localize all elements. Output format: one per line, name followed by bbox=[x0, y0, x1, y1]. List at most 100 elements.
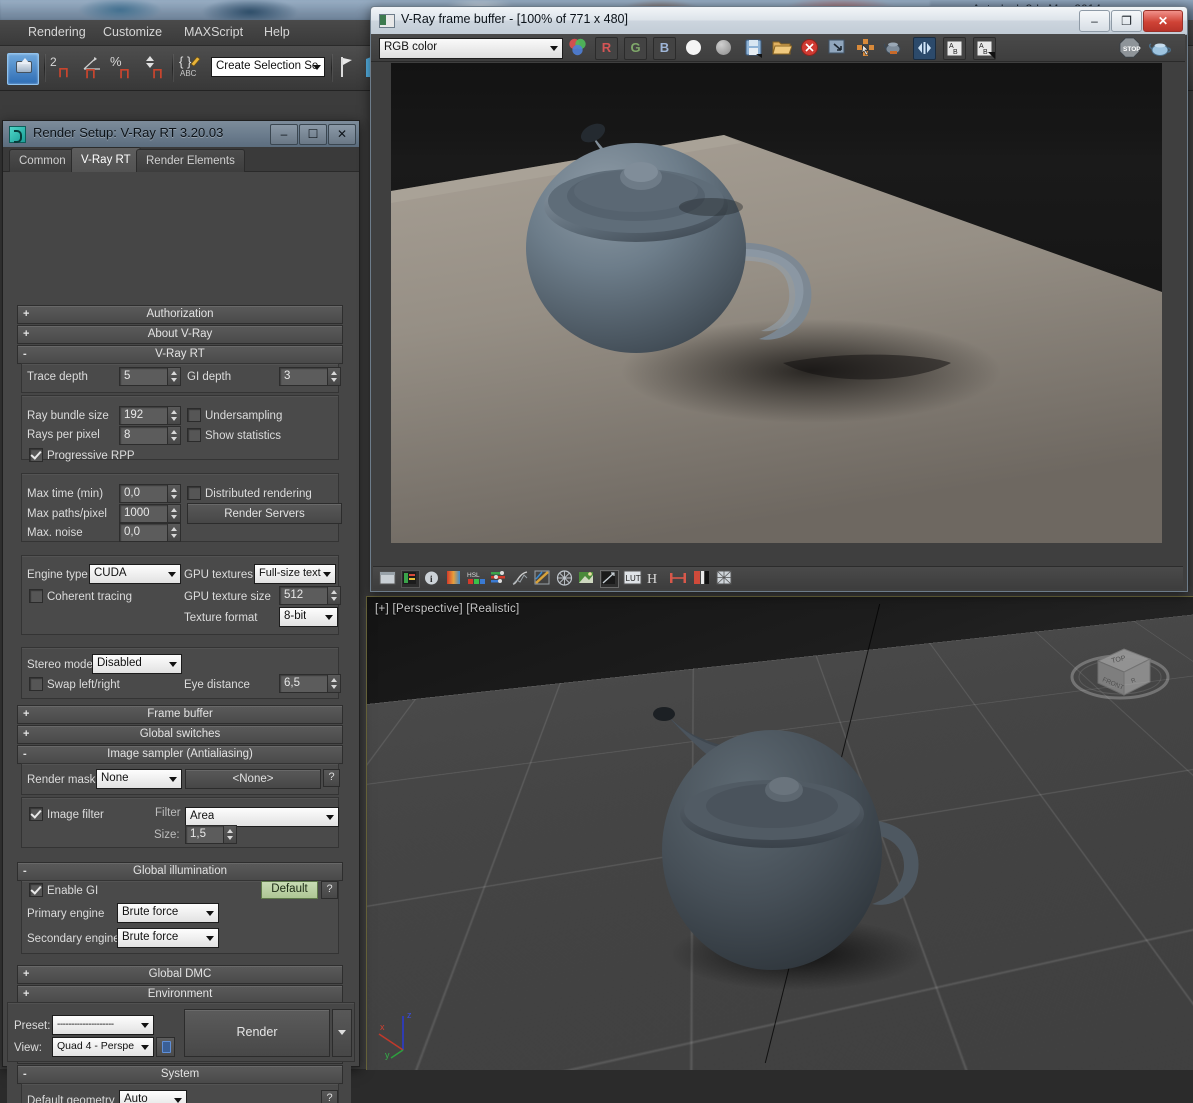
filter-dropdown[interactable]: Area bbox=[185, 807, 339, 827]
snaps-toggle-button[interactable] bbox=[7, 53, 39, 85]
vfb-close-button[interactable]: ✕ bbox=[1143, 10, 1183, 32]
menu-maxscript[interactable]: MAXScript bbox=[178, 24, 249, 40]
vray-frame-buffer-window[interactable]: V-Ray frame buffer - [100% of 771 x 480]… bbox=[370, 6, 1188, 592]
track-mouse-icon[interactable] bbox=[913, 37, 936, 60]
gpu-texture-size-field[interactable]: 512 bbox=[279, 586, 329, 605]
levels-icon[interactable] bbox=[490, 570, 507, 586]
render-dropdown-button[interactable] bbox=[332, 1009, 352, 1057]
max-paths-pixel-spinner[interactable] bbox=[167, 504, 181, 523]
gi-depth-spinner[interactable] bbox=[327, 367, 341, 386]
eye-distance-spinner[interactable] bbox=[327, 674, 341, 693]
gpu-textures-dropdown[interactable]: Full-size text bbox=[254, 564, 336, 584]
render-region-icon[interactable] bbox=[855, 37, 876, 58]
max-paths-pixel-field[interactable]: 1000 bbox=[119, 504, 169, 523]
view-dropdown[interactable]: Quad 4 - Perspe bbox=[52, 1037, 154, 1057]
hue-saturation-icon[interactable] bbox=[578, 570, 595, 586]
stop-render-icon[interactable]: STOP bbox=[1119, 37, 1141, 58]
rollout-about-vray[interactable]: + About V-Ray bbox=[17, 325, 343, 344]
rollout-global-dmc[interactable]: + Global DMC bbox=[17, 965, 343, 984]
max-noise-field[interactable]: 0,0 bbox=[119, 523, 169, 542]
trace-depth-spinner[interactable] bbox=[167, 367, 181, 386]
edit-named-selection-sets-button[interactable]: { } ABC bbox=[176, 53, 206, 83]
distributed-rendering-checkbox[interactable] bbox=[187, 486, 201, 500]
color-channels-icon[interactable] bbox=[567, 37, 588, 58]
named-selection-set-input[interactable]: Create Selection Se bbox=[211, 57, 325, 77]
system-help-button[interactable]: ? bbox=[321, 1090, 338, 1103]
pixel-info-icon[interactable] bbox=[379, 570, 396, 586]
ab-compare-icon[interactable]: A B bbox=[943, 37, 966, 60]
eye-distance-field[interactable]: 6,5 bbox=[279, 674, 329, 693]
swap-left-right-checkbox[interactable] bbox=[29, 677, 43, 691]
show-statistics-checkbox[interactable] bbox=[187, 428, 201, 442]
primary-engine-dropdown[interactable]: Brute force bbox=[117, 903, 219, 923]
lock-view-button[interactable] bbox=[156, 1037, 175, 1057]
background-icon[interactable] bbox=[600, 570, 619, 588]
image-filter-checkbox[interactable] bbox=[29, 807, 43, 821]
color-corrections-icon[interactable] bbox=[401, 570, 420, 588]
ray-bundle-size-field[interactable]: 192 bbox=[119, 406, 169, 425]
perspective-viewport[interactable]: [+] [Perspective] [Realistic] z x y TOP … bbox=[366, 596, 1193, 1070]
render-last-icon[interactable] bbox=[883, 37, 904, 58]
stereo-mode-dropdown[interactable]: Disabled bbox=[92, 654, 182, 674]
progressive-rpp-checkbox[interactable] bbox=[29, 448, 43, 462]
menu-customize[interactable]: Customize bbox=[97, 24, 168, 40]
undersampling-checkbox[interactable] bbox=[187, 408, 201, 422]
lut-icon[interactable]: LUT bbox=[623, 570, 642, 586]
secondary-engine-dropdown[interactable]: Brute force bbox=[117, 928, 219, 948]
info-icon[interactable]: i bbox=[423, 570, 440, 586]
render-servers-button[interactable]: Render Servers bbox=[187, 503, 342, 524]
open-image-icon[interactable] bbox=[771, 37, 793, 58]
max-time-spinner[interactable] bbox=[167, 484, 181, 503]
rollout-system[interactable]: - System bbox=[17, 1065, 343, 1084]
max-noise-spinner[interactable] bbox=[167, 523, 181, 542]
monochrome-icon[interactable] bbox=[713, 37, 734, 58]
preset-dropdown[interactable]: -------------------- bbox=[52, 1015, 154, 1035]
render-mask-dropdown[interactable]: None bbox=[96, 769, 182, 789]
duplicate-to-max-icon[interactable] bbox=[827, 37, 848, 58]
blue-channel-button[interactable]: B bbox=[653, 37, 676, 60]
menu-rendering[interactable]: Rendering bbox=[22, 24, 92, 40]
rollout-global-switches[interactable]: + Global switches bbox=[17, 725, 343, 744]
force-color-clamp-icon[interactable] bbox=[716, 570, 733, 586]
ray-bundle-size-spinner[interactable] bbox=[167, 406, 181, 425]
percent-snap-button[interactable]: % ⊓ bbox=[108, 53, 138, 83]
render-setup-minimize-button[interactable]: – bbox=[270, 124, 298, 145]
channel-select-dropdown[interactable]: RGB color bbox=[379, 38, 563, 59]
rays-per-pixel-field[interactable]: 8 bbox=[119, 426, 169, 445]
vfb-rendered-image[interactable] bbox=[391, 63, 1162, 543]
render-button[interactable]: Render bbox=[184, 1009, 330, 1057]
trace-depth-field[interactable]: 5 bbox=[119, 367, 169, 386]
viewport-label[interactable]: [+] [Perspective] [Realistic] bbox=[375, 603, 520, 615]
green-channel-button[interactable]: G bbox=[624, 37, 647, 60]
rollout-frame-buffer[interactable]: + Frame buffer bbox=[17, 705, 343, 724]
render-mask-target-button[interactable]: <None> bbox=[185, 769, 321, 789]
clear-image-icon[interactable] bbox=[799, 37, 820, 58]
alpha-channel-icon[interactable] bbox=[683, 37, 704, 58]
snap-2d-button[interactable]: 2 ⊓ bbox=[48, 53, 78, 83]
filter-size-spinner[interactable] bbox=[223, 825, 237, 844]
max-time-field[interactable]: 0,0 bbox=[119, 484, 169, 503]
gi-help-button[interactable]: ? bbox=[321, 881, 338, 899]
vray-teapot-icon[interactable] bbox=[1148, 37, 1171, 58]
gi-depth-field[interactable]: 3 bbox=[279, 367, 329, 386]
white-balance-icon[interactable] bbox=[556, 570, 573, 586]
rollout-vray-rt[interactable]: - V-Ray RT bbox=[17, 345, 343, 364]
icc-icon[interactable]: H bbox=[647, 570, 664, 587]
viewcube[interactable]: TOP FRONT R bbox=[1066, 619, 1174, 711]
curve-icon[interactable] bbox=[512, 570, 529, 586]
tab-vray-rt[interactable]: V-Ray RT bbox=[71, 147, 141, 172]
tab-common[interactable]: Common bbox=[9, 149, 76, 172]
coherent-tracing-checkbox[interactable] bbox=[29, 589, 43, 603]
default-geometry-dropdown[interactable]: Auto bbox=[119, 1090, 187, 1103]
rollout-global-illumination[interactable]: - Global illumination bbox=[17, 862, 343, 881]
rollout-image-sampler[interactable]: - Image sampler (Antialiasing) bbox=[17, 745, 343, 764]
gi-default-button[interactable]: Default bbox=[261, 881, 318, 899]
filter-size-field[interactable]: 1,5 bbox=[185, 825, 225, 844]
exposure-icon[interactable] bbox=[534, 570, 551, 586]
save-image-icon[interactable] bbox=[743, 37, 764, 58]
render-setup-maximize-button[interactable]: ☐ bbox=[299, 124, 327, 145]
engine-type-dropdown[interactable]: CUDA bbox=[89, 564, 181, 584]
vfb-maximize-button[interactable]: ❐ bbox=[1111, 10, 1142, 32]
gpu-texture-size-spinner[interactable] bbox=[327, 586, 341, 605]
red-channel-button[interactable]: R bbox=[595, 37, 618, 60]
